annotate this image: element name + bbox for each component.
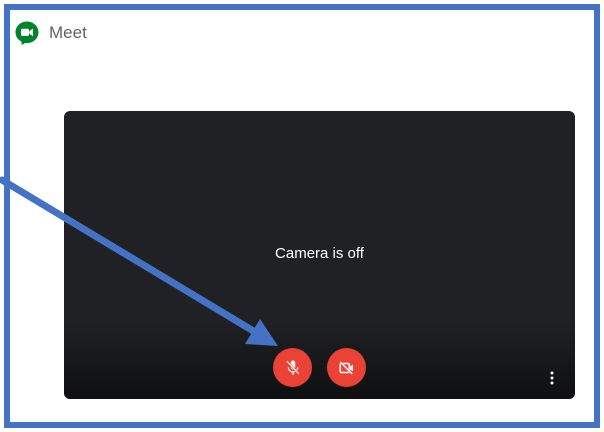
google-meet-logo-icon	[15, 21, 39, 45]
camera-off-button[interactable]	[327, 348, 366, 387]
mic-off-button[interactable]	[273, 348, 312, 387]
app-title: Meet	[49, 23, 87, 42]
mic-off-icon	[285, 359, 300, 375]
videocam-off-icon	[338, 360, 353, 375]
preview-bottom-gradient	[64, 319, 575, 399]
more-options-button[interactable]	[544, 367, 560, 389]
app-header: Meet	[14, 18, 87, 48]
more-vert-icon	[550, 371, 554, 385]
camera-off-status: Camera is off	[275, 245, 364, 262]
camera-preview: Camera is off	[64, 111, 575, 399]
